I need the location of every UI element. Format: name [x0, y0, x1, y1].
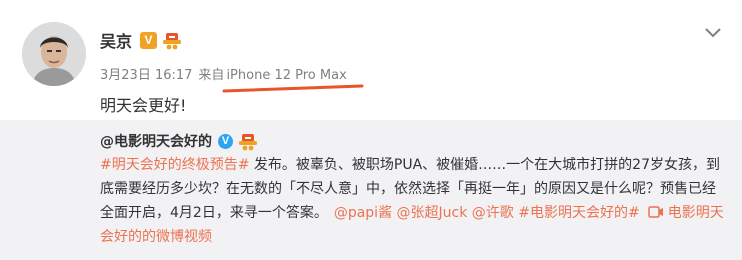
original-author[interactable]: @电影明天会好的 [100, 131, 212, 151]
avatar[interactable] [22, 22, 86, 86]
avatar-portrait-icon [22, 22, 86, 86]
mention-xuge[interactable]: @许歌 [472, 205, 514, 221]
post-meta: 3月23日 16:17 来自 iPhone 12 Pro Max [100, 64, 353, 83]
chevron-down-icon[interactable] [704, 26, 722, 40]
mention-papi[interactable]: @papi酱 [334, 205, 392, 221]
author-name[interactable]: 吴京 [100, 28, 132, 52]
hashtag-link[interactable]: #明天会好的终极预告# [100, 157, 249, 173]
underline-annotation [222, 84, 364, 93]
verified-blue-badge-icon: V [218, 133, 233, 149]
hashtag-link-2[interactable]: #电影明天会好的# [518, 205, 639, 221]
post-text: 明天会更好! [100, 96, 187, 115]
video-icon [647, 206, 663, 218]
original-author-row: @电影明天会好的 V [100, 131, 259, 151]
verified-badge-icon: V [140, 31, 158, 49]
original-post-text: #明天会好的终极预告# 发布。被辜负、被职场PUA、被催婚……一个在大城市打拼的… [100, 153, 725, 249]
post-source[interactable]: iPhone 12 Pro Max [226, 68, 346, 83]
mention-zhangchao[interactable]: @张超Juck [397, 205, 468, 221]
author-row: 吴京 V [100, 28, 183, 52]
post-time[interactable]: 3月23日 16:17 [100, 68, 192, 83]
hat-badge-icon [239, 134, 257, 151]
source-prefix: 来自 [198, 68, 225, 83]
hat-badge-icon [163, 33, 182, 50]
